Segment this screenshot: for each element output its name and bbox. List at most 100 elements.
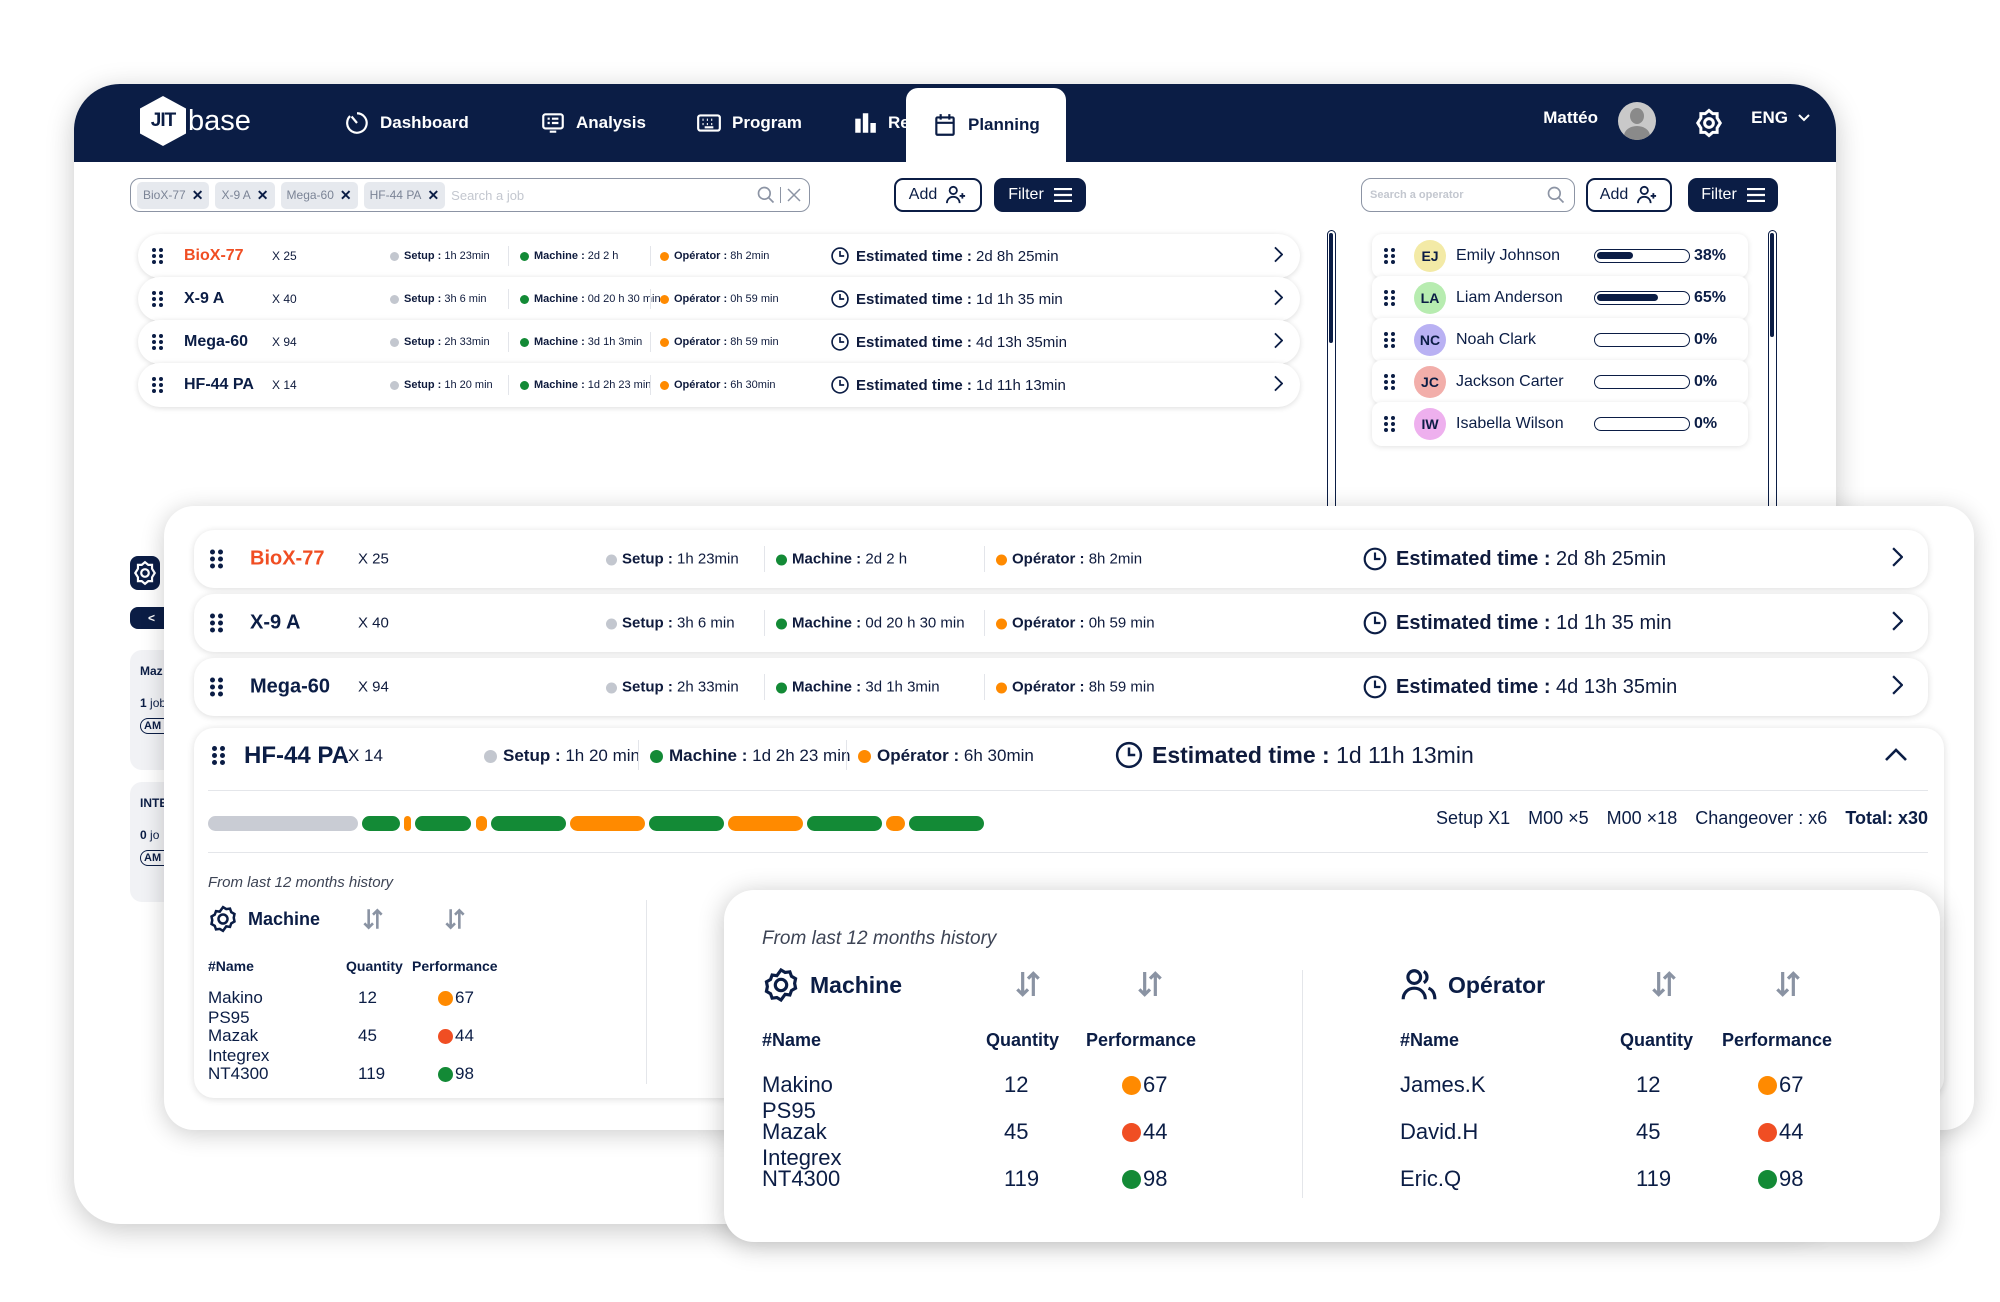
drag-handle-icon[interactable] (152, 377, 163, 393)
sequence-segment-machine[interactable] (362, 816, 400, 831)
chevron-right-icon[interactable] (1274, 375, 1284, 392)
nav-program[interactable]: Program (696, 84, 802, 162)
chevron-right-icon[interactable] (1892, 547, 1904, 567)
sort-icon[interactable] (1772, 968, 1804, 1000)
drag-handle-icon[interactable] (212, 746, 225, 765)
open-job-button[interactable] (1274, 332, 1284, 352)
sequence-segment-operator[interactable] (403, 816, 412, 831)
sequence-segment-operator[interactable] (569, 816, 645, 831)
sequence-segment-machine[interactable] (908, 816, 984, 831)
drag-handle-icon[interactable] (152, 291, 163, 307)
nav-dashboard[interactable]: Dashboard (344, 84, 469, 162)
column-header[interactable]: Quantity (346, 958, 403, 974)
sequence-segment-operator[interactable] (475, 816, 487, 831)
column-header[interactable]: #Name (208, 958, 254, 974)
open-job-button[interactable] (1892, 611, 1904, 635)
column-header[interactable]: Performance (1086, 1030, 1196, 1051)
column-header[interactable]: Performance (412, 958, 498, 974)
operator-row[interactable]: EJ Emily Johnson 38% (1372, 234, 1748, 278)
column-header[interactable]: Performance (1722, 1030, 1832, 1051)
job-chip[interactable]: HF-44 PA ✕ (363, 181, 446, 209)
operator-row[interactable]: NC Noah Clark 0% (1372, 318, 1748, 362)
drag-handle-icon[interactable] (1384, 416, 1395, 432)
sort-icon[interactable] (1012, 968, 1044, 1000)
drag-handle-icon[interactable] (152, 248, 163, 264)
filter-operators-button[interactable]: Filter (1688, 178, 1778, 212)
machine-settings-button[interactable] (130, 556, 160, 590)
sort-button[interactable] (442, 906, 468, 937)
sort-icon[interactable] (442, 906, 468, 932)
search-icon[interactable] (756, 185, 776, 205)
drag-handle-icon[interactable] (1384, 290, 1395, 306)
remove-chip-icon[interactable]: ✕ (192, 187, 204, 204)
drag-handle-icon[interactable] (210, 549, 223, 569)
drag-handle-icon[interactable] (152, 334, 163, 350)
column-header[interactable]: #Name (1400, 1030, 1459, 1051)
chevron-right-icon[interactable] (1892, 675, 1904, 695)
job-row[interactable]: Mega-60 X 94 Setup : 2h 33min Machine : 3d … (138, 320, 1300, 364)
job-chip[interactable]: BioX-77 ✕ (137, 181, 210, 209)
search-icon[interactable] (1546, 185, 1566, 205)
operator-row[interactable]: JC Jackson Carter 0% (1372, 360, 1748, 404)
sequence-segment-setup[interactable] (208, 816, 359, 831)
job-row[interactable]: Mega-60 X 94 Setup : 2h 33min Machine : 3d … (194, 658, 1928, 716)
sequence-segment-machine[interactable] (415, 816, 472, 831)
sequence-segment-operator[interactable] (886, 816, 905, 831)
open-job-button[interactable] (1892, 675, 1904, 699)
user-name[interactable]: Mattéo (1543, 108, 1598, 128)
chevron-right-icon[interactable] (1274, 246, 1284, 263)
job-row[interactable]: BioX-77 X 25 Setup : 1h 23min Machine : 2d … (194, 530, 1928, 588)
filter-jobs-button[interactable]: Filter (994, 178, 1086, 212)
drag-handle-icon[interactable] (210, 677, 223, 697)
chevron-up-icon[interactable] (1884, 748, 1908, 762)
operator-list-scrollbar[interactable] (1768, 230, 1777, 530)
sort-button[interactable] (360, 906, 386, 937)
job-row[interactable]: X-9 A X 40 Setup : 3h 6 min Machine : 0d 20… (194, 594, 1928, 652)
chevron-right-icon[interactable] (1274, 332, 1284, 349)
open-job-button[interactable] (1274, 246, 1284, 266)
add-job-button[interactable]: Add (894, 178, 982, 212)
sequence-segment-machine[interactable] (648, 816, 724, 831)
operator-row[interactable]: IW Isabella Wilson 0% (1372, 402, 1748, 446)
scrollbar-thumb[interactable] (1329, 233, 1333, 343)
open-job-button[interactable] (1274, 375, 1284, 395)
drag-handle-icon[interactable] (1384, 374, 1395, 390)
chevron-right-icon[interactable] (1892, 611, 1904, 631)
operator-search-input[interactable]: Search a operator (1370, 189, 1546, 201)
job-row[interactable]: HF-44 PA X 14 Setup : 1h 20 min Machine : 1… (138, 363, 1300, 407)
column-header[interactable]: Quantity (1620, 1030, 1693, 1051)
sort-button[interactable] (1648, 968, 1680, 1005)
job-row[interactable]: X-9 A X 40 Setup : 3h 6 min Machine : 0d 20… (138, 277, 1300, 321)
column-header[interactable]: Quantity (986, 1030, 1059, 1051)
sequence-segment-machine[interactable] (807, 816, 883, 831)
clear-icon[interactable] (785, 186, 803, 204)
job-chip[interactable]: X-9 A ✕ (215, 181, 275, 209)
settings-gear-icon[interactable] (1694, 108, 1724, 138)
user-avatar[interactable] (1618, 102, 1656, 140)
remove-chip-icon[interactable]: ✕ (257, 187, 269, 204)
open-job-button[interactable] (1892, 547, 1904, 571)
operator-row[interactable]: LA Liam Anderson 65% (1372, 276, 1748, 320)
jitbase-logo[interactable]: JIT base (140, 96, 251, 146)
job-chip[interactable]: Mega-60 ✕ (280, 181, 358, 209)
sort-button[interactable] (1134, 968, 1166, 1005)
sequence-segment-machine[interactable] (490, 816, 566, 831)
job-search-input[interactable]: Search a job (451, 188, 750, 203)
operator-search-field[interactable]: Search a operator (1361, 178, 1575, 212)
open-job-button[interactable] (1274, 289, 1284, 309)
drag-handle-icon[interactable] (1384, 248, 1395, 264)
add-operator-button[interactable]: Add (1586, 178, 1672, 212)
job-search-field[interactable]: BioX-77 ✕ X-9 A ✕ Mega-60 ✕ HF-44 PA ✕ Searc… (130, 178, 810, 212)
sequence-segment-operator[interactable] (728, 816, 804, 831)
remove-chip-icon[interactable]: ✕ (427, 187, 439, 204)
nav-analysis[interactable]: Analysis (540, 84, 646, 162)
scrollbar-thumb[interactable] (1770, 233, 1774, 337)
language-selector[interactable]: ENG (1751, 108, 1810, 128)
sort-icon[interactable] (1134, 968, 1166, 1000)
sort-button[interactable] (1012, 968, 1044, 1005)
drag-handle-icon[interactable] (1384, 332, 1395, 348)
sort-icon[interactable] (360, 906, 386, 932)
job-row[interactable]: BioX-77 X 25 Setup : 1h 23min Machine : 2d … (138, 234, 1300, 278)
nav-planning[interactable]: Planning (906, 88, 1066, 162)
drag-handle-icon[interactable] (210, 613, 223, 633)
